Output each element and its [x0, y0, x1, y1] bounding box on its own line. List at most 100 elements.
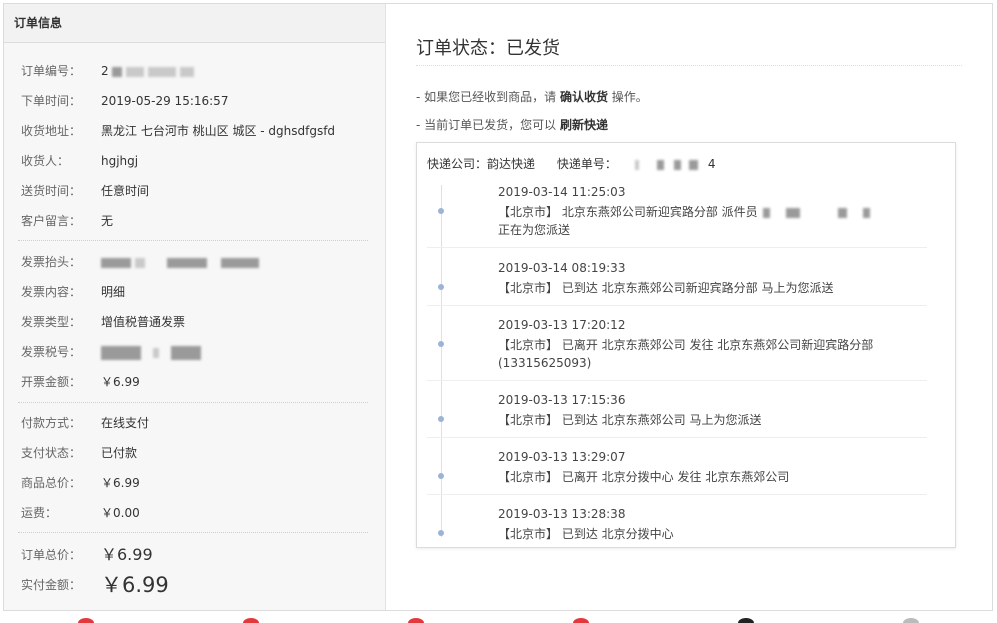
order-time-label: 下单时间：	[21, 94, 82, 108]
event-desc: 【北京市】 已离开 北京分拨中心 发往 北京东燕郊公司	[498, 470, 790, 484]
order-status-panel: 订单状态：已发货 - 如果您已经收到商品，请 确认收货 操作。 - 当前订单已发…	[387, 4, 993, 610]
tax-number-value	[101, 342, 205, 362]
timeline-dot	[438, 284, 444, 290]
event-time: 2019-03-13 17:20:12	[498, 318, 626, 332]
order-detail-frame: 订单信息 订单编号： 2 下单时间： 2019-05-29 15:16:57 收…	[3, 3, 993, 611]
order-number-text: 2	[101, 64, 109, 78]
event-desc: 【北京市】 已离开 北京东燕郊公司 发往 北京东燕郊公司新迎宾路分部 (1331…	[498, 336, 908, 372]
shipping-fee-value: ￥0.00	[101, 506, 140, 520]
tax-number-label: 发票税号：	[21, 345, 82, 359]
confirm-receipt-link[interactable]: 确认收货	[560, 90, 608, 104]
redacted-block	[180, 66, 195, 77]
redacted-block	[221, 257, 259, 268]
event-divider	[427, 247, 927, 248]
timeline-dot	[438, 208, 444, 214]
order-total-label: 订单总价：	[21, 548, 82, 562]
event-desc-text: 【北京市】 北京东燕郊公司新迎宾路分部 派件员	[498, 205, 758, 219]
timeline-dot	[438, 473, 444, 479]
redacted-block	[126, 66, 145, 77]
bottom-edge-icons	[0, 618, 997, 623]
goods-total-label: 商品总价：	[21, 476, 82, 490]
timeline-dot	[438, 416, 444, 422]
event-desc: 【北京市】 已到达 北京东燕郊公司新迎宾路分部 马上为您派送	[498, 281, 834, 295]
black-circle-icon	[738, 618, 754, 623]
order-number-label: 订单编号：	[21, 64, 82, 78]
redacted-block	[688, 159, 698, 170]
redacted-block	[171, 345, 201, 360]
confirm-receipt-tip: - 如果您已经收到商品，请 确认收货 操作。	[416, 88, 648, 105]
redacted-block	[863, 207, 871, 218]
redacted-block	[153, 347, 159, 358]
divider	[18, 532, 368, 533]
tracking-event: 2019-03-13 13:29:07 【北京市】 已离开 北京分拨中心 发往 …	[427, 450, 927, 490]
event-desc: 【北京市】 北京东燕郊公司新迎宾路分部 派件员 正在为您派送	[498, 203, 908, 239]
goods-total-value: ￥6.99	[101, 476, 140, 490]
event-desc-text: (13315625093)	[498, 356, 592, 370]
address-label: 收货地址：	[21, 124, 82, 138]
redacted-block	[763, 207, 771, 218]
paid-amount-value: ￥6.99	[101, 573, 169, 597]
redacted-block	[673, 159, 681, 170]
event-time: 2019-03-13 13:29:07	[498, 450, 626, 464]
refresh-express-tip: - 当前订单已发货，您可以 刷新快递	[416, 116, 608, 133]
express-company: 快递公司：韵达快递	[427, 157, 536, 171]
invoice-title-label: 发票抬头：	[21, 255, 82, 269]
tracking-number: 快递单号： 4	[557, 157, 734, 171]
divider	[18, 240, 368, 241]
tip-text: 操作。	[607, 90, 648, 104]
invoice-content-value: 明细	[101, 285, 126, 299]
shipping-fee-label: 运费：	[21, 506, 58, 520]
gray-circle-icon	[903, 618, 919, 623]
payment-status-label: 支付状态：	[21, 446, 82, 460]
tracking-event: 2019-03-14 08:19:33 【北京市】 已到达 北京东燕郊公司新迎宾…	[427, 261, 927, 301]
timeline-dot	[438, 530, 444, 536]
event-divider	[427, 437, 927, 438]
order-status-title: 订单状态：已发货	[416, 38, 560, 59]
express-header: 快递公司：韵达快递 快递单号： 4	[427, 155, 752, 172]
red-circle-icon	[243, 618, 259, 623]
redacted-block	[101, 257, 131, 268]
paid-amount-label: 实付金额：	[21, 578, 82, 592]
refresh-express-link[interactable]: 刷新快递	[560, 118, 608, 132]
express-tracking-box: 快递公司：韵达快递 快递单号： 4 2019-03-14 11:25:03 【北京…	[416, 142, 956, 548]
order-time-value: 2019-05-29 15:16:57	[101, 94, 229, 108]
event-time: 2019-03-13 17:15:36	[498, 393, 626, 407]
tracking-event: 2019-03-13 17:20:12 【北京市】 已离开 北京东燕郊公司 发往…	[427, 318, 927, 374]
invoice-amount-value: ￥6.99	[101, 375, 140, 389]
event-divider	[427, 380, 927, 381]
invoice-amount-label: 开票金额：	[21, 375, 82, 389]
payment-status-value: 已付款	[101, 446, 138, 460]
event-desc-text: 【北京市】 已离开 北京东燕郊公司 发往 北京东燕郊公司新迎宾路分部	[498, 338, 874, 352]
payment-method-value: 在线支付	[101, 416, 150, 430]
red-circle-icon	[408, 618, 424, 623]
divider	[18, 402, 368, 403]
message-value: 无	[101, 214, 114, 228]
redacted-block	[634, 159, 639, 170]
red-circle-icon	[78, 618, 94, 623]
redacted-block	[656, 159, 664, 170]
event-desc: 【北京市】 已到达 北京东燕郊公司 马上为您派送	[498, 413, 762, 427]
tracking-event: 2019-03-14 11:25:03 【北京市】 北京东燕郊公司新迎宾路分部 …	[427, 185, 927, 245]
red-circle-icon	[573, 618, 589, 623]
payment-method-label: 付款方式：	[21, 416, 82, 430]
event-divider	[427, 494, 927, 495]
timeline-dot	[438, 341, 444, 347]
invoice-title-value	[101, 252, 263, 272]
order-total-value: ￥6.99	[101, 545, 153, 564]
tip-text: - 当前订单已发货，您可以	[416, 118, 560, 132]
redacted-block	[167, 257, 207, 268]
event-desc-text: 正在为您派送	[498, 223, 571, 237]
tracking-suffix: 4	[707, 157, 716, 171]
invoice-type-label: 发票类型：	[21, 315, 82, 329]
invoice-type-value: 增值税普通发票	[101, 315, 186, 329]
message-label: 客户留言：	[21, 214, 82, 228]
event-time: 2019-03-14 08:19:33	[498, 261, 626, 275]
redacted-block	[786, 207, 801, 218]
tip-text: - 如果您已经收到商品，请	[416, 90, 560, 104]
title-divider	[416, 65, 962, 66]
redacted-block	[148, 66, 177, 77]
event-divider	[427, 305, 927, 306]
order-info-panel: 订单信息 订单编号： 2 下单时间： 2019-05-29 15:16:57 收…	[4, 4, 386, 610]
redacted-block	[112, 66, 123, 77]
order-number-value: 2	[101, 61, 198, 81]
